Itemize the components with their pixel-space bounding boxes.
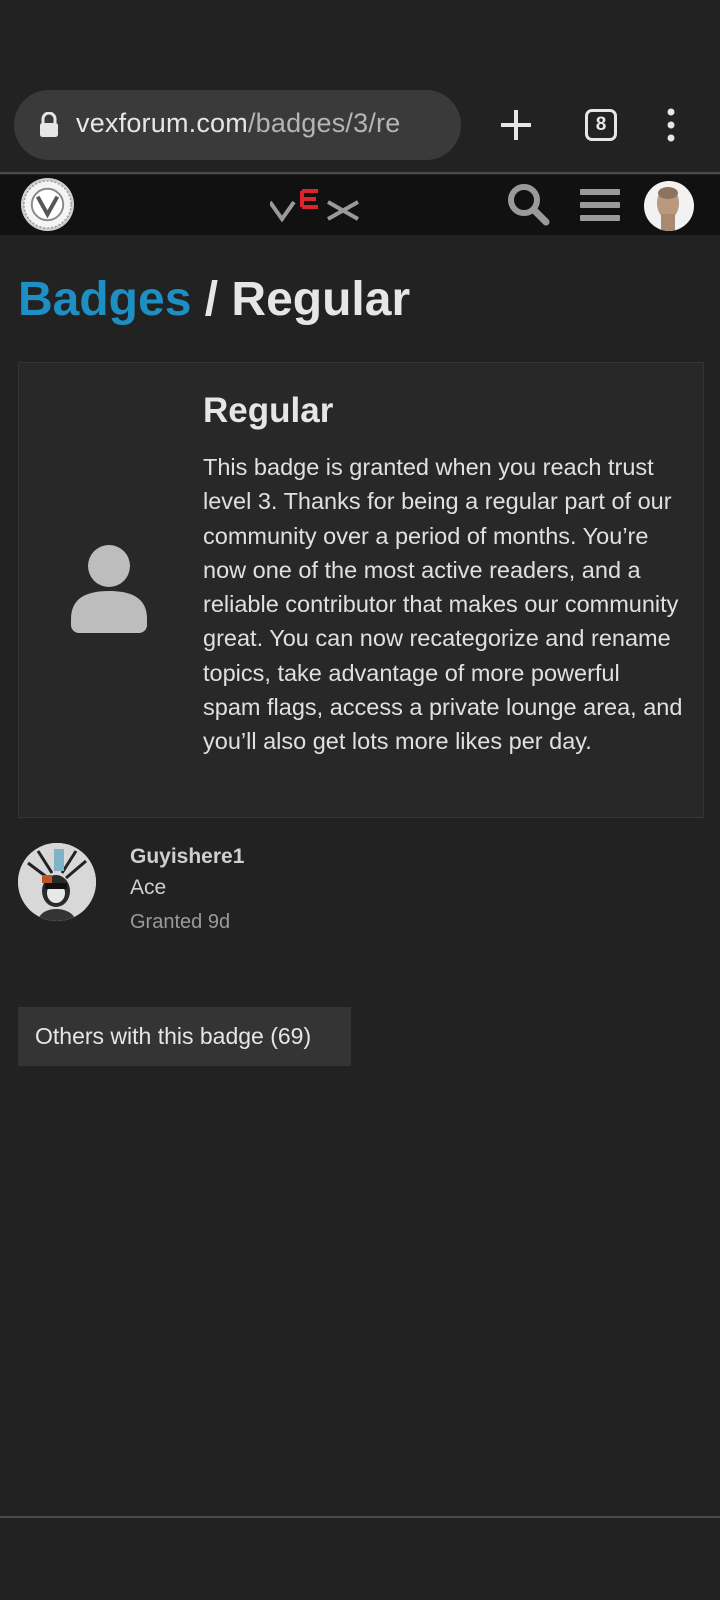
status-bar [0, 0, 720, 80]
badge-card: Regular This badge is granted when you r… [18, 362, 704, 818]
granted-user-avatar[interactable] [18, 843, 96, 921]
url-path: /badges/3/re [247, 108, 401, 138]
breadcrumb-separator: / [191, 273, 232, 326]
granted-time: Granted 9d [130, 911, 231, 933]
hamburger-menu-icon[interactable] [580, 187, 620, 223]
address-bar[interactable]: vexforum.com/badges/3/re [14, 90, 461, 160]
current-user-avatar[interactable] [644, 181, 694, 231]
granted-user-title: Ace [130, 876, 167, 899]
avatar-face-icon [657, 187, 679, 231]
lock-icon [40, 112, 58, 137]
bottom-divider [0, 1516, 720, 1518]
more-options-icon[interactable] [660, 105, 682, 145]
tab-switcher-button[interactable]: 8 [585, 109, 617, 141]
avatar-image-icon [18, 843, 96, 921]
url-host: vexforum.com [76, 108, 248, 138]
page-title: Badges / Regular [18, 272, 410, 327]
new-tab-plus-icon[interactable] [496, 100, 536, 150]
breadcrumb-badges-link[interactable]: Badges [18, 273, 191, 326]
others-with-badge-button[interactable]: Others with this badge (69) [18, 1007, 351, 1066]
url-text: vexforum.com/badges/3/re [76, 108, 400, 139]
search-icon[interactable] [505, 181, 551, 227]
vex-robotics-seal-logo[interactable] [20, 177, 75, 232]
badge-title: Regular [203, 391, 334, 430]
user-badge-icon [71, 545, 147, 633]
badge-description: This badge is granted when you reach tru… [203, 454, 683, 755]
granted-username[interactable]: Guyishere1 [130, 845, 244, 869]
vex-wordmark-logo[interactable] [270, 188, 366, 222]
breadcrumb-current: Regular [231, 273, 411, 326]
site-header [0, 175, 720, 235]
browser-toolbar: vexforum.com/badges/3/re 8 [0, 80, 720, 174]
